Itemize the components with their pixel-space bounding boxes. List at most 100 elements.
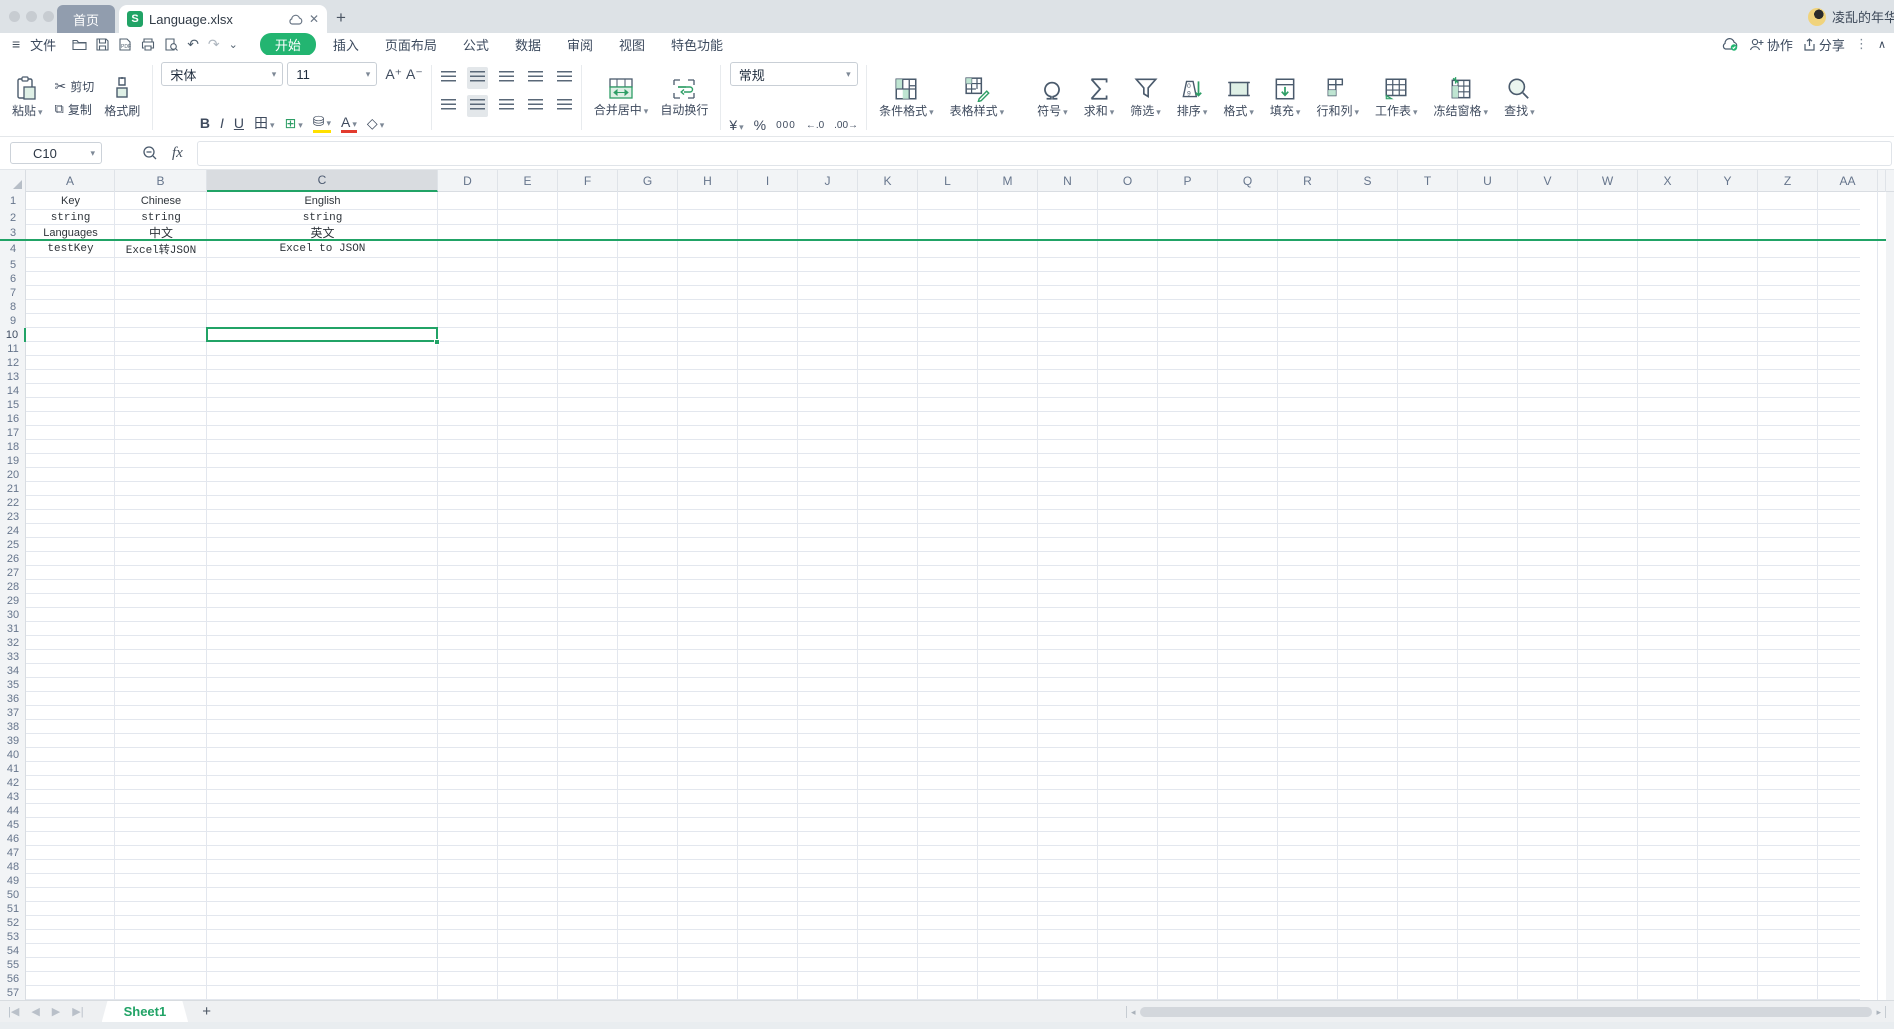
column-header-R[interactable]: R (1278, 170, 1338, 192)
row-header-41[interactable]: 41 (0, 762, 26, 776)
align-left-button[interactable] (438, 95, 459, 117)
print-icon[interactable] (141, 38, 155, 51)
font-color-button[interactable]: A▾ (341, 114, 357, 133)
row-header-3[interactable]: 3 (0, 225, 26, 240)
close-tab-icon[interactable]: ✕ (309, 12, 319, 26)
row-header-2[interactable]: 2 (0, 210, 26, 225)
insert-function-icon[interactable]: fx (172, 145, 183, 162)
number-format-select[interactable]: 常规▾ (730, 62, 858, 86)
row-header-51[interactable]: 51 (0, 902, 26, 916)
export-pdf-icon[interactable]: PDF (118, 38, 132, 51)
column-header-J[interactable]: J (798, 170, 858, 192)
row-header-32[interactable]: 32 (0, 636, 26, 650)
window-minimize-button[interactable] (26, 11, 37, 22)
cond-format-button[interactable]: 条件格式▾ (873, 74, 940, 121)
redo-icon[interactable]: ↷ (208, 36, 220, 53)
scrollbar-thumb[interactable] (1140, 1007, 1873, 1017)
column-header-V[interactable]: V (1518, 170, 1578, 192)
column-header-T[interactable]: T (1398, 170, 1458, 192)
sheet-nav-icon-3[interactable]: ▶| (72, 1005, 83, 1018)
column-header-G[interactable]: G (618, 170, 678, 192)
select-all-corner[interactable] (0, 170, 26, 192)
cell-A2[interactable]: string (26, 210, 115, 225)
decrease-decimal-button[interactable]: .00→ (834, 120, 858, 131)
align-right-button[interactable] (496, 95, 517, 117)
row-header-19[interactable]: 19 (0, 454, 26, 468)
row-header-4[interactable]: 4 (0, 240, 26, 258)
column-header-N[interactable]: N (1038, 170, 1098, 192)
row-header-57[interactable]: 57 (0, 986, 26, 1000)
cut-button[interactable]: ✂剪切 (55, 78, 95, 95)
column-header-U[interactable]: U (1458, 170, 1518, 192)
undo-icon[interactable]: ↶ (187, 36, 199, 53)
cell-C1[interactable]: English (207, 192, 438, 210)
paste-button[interactable]: 粘贴▾ (6, 74, 49, 121)
row-header-23[interactable]: 23 (0, 510, 26, 524)
column-header-W[interactable]: W (1578, 170, 1638, 192)
row-header-50[interactable]: 50 (0, 888, 26, 902)
horizontal-scrollbar[interactable]: ◂ ▸ (1126, 1006, 1886, 1018)
clear-button[interactable]: ◇▾ (367, 115, 384, 132)
row-header-21[interactable]: 21 (0, 482, 26, 496)
sheet-tab-sheet1[interactable]: Sheet1 (102, 1001, 189, 1023)
column-header-L[interactable]: L (918, 170, 978, 192)
row-header-14[interactable]: 14 (0, 384, 26, 398)
row-header-49[interactable]: 49 (0, 874, 26, 888)
row-header-45[interactable]: 45 (0, 818, 26, 832)
shrink-font-button[interactable]: A⁻ (406, 66, 423, 83)
copy-button[interactable]: ⧉复制 (55, 101, 95, 118)
menu-tab-审阅[interactable]: 审阅 (554, 33, 606, 56)
fill-down-button[interactable]: 填充▾ (1264, 74, 1307, 121)
row-header-31[interactable]: 31 (0, 622, 26, 636)
row-header-20[interactable]: 20 (0, 468, 26, 482)
row-header-35[interactable]: 35 (0, 678, 26, 692)
worksheet-button[interactable]: 工作表▾ (1369, 74, 1424, 121)
row-header-26[interactable]: 26 (0, 552, 26, 566)
avatar[interactable] (1808, 8, 1826, 26)
row-header-15[interactable]: 15 (0, 398, 26, 412)
font-name-select[interactable]: 宋体▾ (161, 62, 283, 86)
menu-tab-特色功能[interactable]: 特色功能 (658, 33, 736, 56)
row-header-47[interactable]: 47 (0, 846, 26, 860)
cell-B2[interactable]: string (115, 210, 207, 225)
increase-indent-button[interactable] (554, 67, 575, 89)
font-size-select[interactable]: 11▾ (287, 62, 377, 86)
cell-A3[interactable]: Languages (26, 225, 115, 240)
align-middle-button[interactable] (467, 67, 488, 89)
row-header-44[interactable]: 44 (0, 804, 26, 818)
row-header-22[interactable]: 22 (0, 496, 26, 510)
cell-A1[interactable]: Key (26, 192, 115, 210)
fill-color-button[interactable]: ⛁▾ (313, 113, 331, 133)
scroll-right-icon[interactable]: ▸ (1872, 1007, 1885, 1018)
row-header-30[interactable]: 30 (0, 608, 26, 622)
column-header-Y[interactable]: Y (1698, 170, 1758, 192)
row-header-53[interactable]: 53 (0, 930, 26, 944)
row-header-12[interactable]: 12 (0, 356, 26, 370)
cell-B3[interactable]: 中文 (115, 225, 207, 240)
sum-button[interactable]: 求和▾ (1078, 74, 1121, 121)
row-header-24[interactable]: 24 (0, 524, 26, 538)
column-header-F[interactable]: F (558, 170, 618, 192)
column-header-S[interactable]: S (1338, 170, 1398, 192)
tab-document[interactable]: S Language.xlsx ✕ (119, 5, 327, 33)
save-icon[interactable] (96, 38, 109, 51)
sort-button[interactable]: 09排序▾ (1171, 74, 1214, 121)
window-zoom-button[interactable] (43, 11, 54, 22)
collapse-ribbon-icon[interactable]: ∧ (1878, 38, 1886, 51)
currency-format-button[interactable]: ¥▾ (729, 117, 743, 133)
text-orientation-button[interactable] (554, 95, 575, 117)
merge-center-button[interactable]: 合并居中▾ (588, 75, 655, 120)
row-header-34[interactable]: 34 (0, 664, 26, 678)
zoom-icon[interactable] (142, 145, 158, 161)
find-button[interactable]: 查找▾ (1498, 74, 1541, 121)
increase-decimal-button[interactable]: ←.0 (806, 120, 824, 131)
row-header-55[interactable]: 55 (0, 958, 26, 972)
row-header-33[interactable]: 33 (0, 650, 26, 664)
row-header-17[interactable]: 17 (0, 426, 26, 440)
column-header-O[interactable]: O (1098, 170, 1158, 192)
justify-button[interactable] (525, 95, 546, 117)
row-header-16[interactable]: 16 (0, 412, 26, 426)
share-button[interactable]: 分享 (1803, 35, 1845, 54)
cell-C2[interactable]: string (207, 210, 438, 225)
more-options-icon[interactable]: ⋮ (1855, 36, 1868, 52)
